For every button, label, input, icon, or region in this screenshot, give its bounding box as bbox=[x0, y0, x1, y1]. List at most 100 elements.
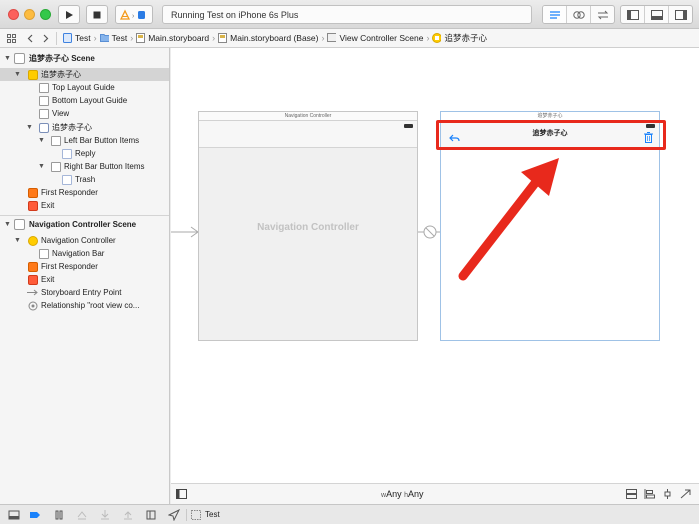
outline-exit[interactable]: Exit bbox=[0, 199, 169, 212]
toggle-utilities-button[interactable] bbox=[669, 6, 692, 23]
outline-left-bar-button-items[interactable]: ▼ Left Bar Button Items bbox=[0, 134, 169, 147]
canvas-bottom-bar: wAny hAny bbox=[171, 483, 699, 504]
related-items-button[interactable] bbox=[0, 29, 22, 48]
outline-navigation-bar[interactable]: Navigation Bar bbox=[0, 247, 169, 260]
navigation-bar[interactable] bbox=[199, 121, 417, 148]
document-outline: ▼ 追梦赤子心 Scene ▼ 追梦赤子心 Top Layout Guide B… bbox=[0, 48, 170, 504]
right-panel-icon bbox=[674, 9, 687, 20]
outline-view[interactable]: View bbox=[0, 107, 169, 120]
disclosure-triangle-icon: ▼ bbox=[4, 221, 11, 228]
scene-icon bbox=[14, 219, 25, 230]
entry-arrow-icon bbox=[27, 289, 38, 296]
simulate-location-icon[interactable] bbox=[168, 509, 180, 521]
storyboard-canvas[interactable]: Navigation Controller Navigation Control… bbox=[171, 48, 699, 483]
step-into-icon[interactable] bbox=[99, 509, 111, 521]
view-hierarchy-icon[interactable] bbox=[145, 509, 157, 521]
layout-guide-icon bbox=[39, 82, 49, 93]
disclosure-triangle-icon: ▼ bbox=[38, 163, 45, 170]
navigation-item-icon bbox=[39, 122, 49, 133]
outline-right-bar-button-items[interactable]: ▼ Right Bar Button Items bbox=[0, 160, 169, 173]
zoom-window-button[interactable] bbox=[40, 9, 51, 20]
outline-reply-item[interactable]: Reply bbox=[0, 147, 169, 160]
disclosure-triangle-icon: ▼ bbox=[4, 55, 11, 62]
bar-button-item-icon bbox=[62, 148, 72, 159]
outline-top-layout-guide[interactable]: Top Layout Guide bbox=[0, 81, 169, 94]
debug-bar: Test bbox=[0, 504, 699, 524]
step-over-icon[interactable] bbox=[76, 509, 88, 521]
pause-icon[interactable] bbox=[53, 509, 65, 521]
battery-icon bbox=[404, 124, 413, 128]
breadcrumb-separator: › bbox=[321, 33, 325, 43]
toggle-navigator-button[interactable] bbox=[621, 6, 645, 23]
outline-view-controller[interactable]: ▼ 追梦赤子心 bbox=[0, 68, 169, 81]
disclosure-triangle-icon: ▼ bbox=[38, 137, 45, 144]
disclosure-triangle-icon: ▼ bbox=[14, 71, 21, 78]
scene-title: Navigation Controller bbox=[199, 112, 417, 121]
version-editor-icon bbox=[597, 10, 608, 19]
breadcrumb-group[interactable]: Test bbox=[99, 33, 127, 43]
play-icon bbox=[66, 10, 73, 19]
breakpoint-icon[interactable] bbox=[29, 509, 41, 521]
toggle-debug-area-button[interactable] bbox=[645, 6, 669, 23]
size-class-control[interactable]: wAny hAny bbox=[381, 489, 424, 499]
show-outline-icon[interactable] bbox=[176, 489, 187, 499]
outline-navigation-controller[interactable]: ▼ Navigation Controller bbox=[0, 234, 169, 247]
outline-first-responder[interactable]: First Responder bbox=[0, 260, 169, 273]
close-window-button[interactable] bbox=[8, 9, 19, 20]
outline-bottom-layout-guide[interactable]: Bottom Layout Guide bbox=[0, 94, 169, 107]
outline-trash-item[interactable]: Trash bbox=[0, 173, 169, 186]
hide-debug-area-icon[interactable] bbox=[8, 509, 20, 521]
relationship-segue-icon[interactable] bbox=[418, 223, 440, 241]
navigation-controller-icon bbox=[28, 235, 38, 246]
view-toggle-control bbox=[620, 5, 693, 24]
standard-editor-button[interactable] bbox=[543, 6, 567, 23]
annotation-arrow bbox=[458, 158, 559, 281]
view-controller-icon bbox=[28, 69, 38, 80]
outline-relationship[interactable]: Relationship "root view co... bbox=[0, 299, 169, 312]
version-editor-button[interactable] bbox=[591, 6, 614, 23]
run-button[interactable] bbox=[58, 5, 80, 24]
scheme-selector[interactable]: › bbox=[115, 5, 153, 24]
outline-storyboard-entry-point[interactable]: Storyboard Entry Point bbox=[0, 286, 169, 299]
disclosure-triangle-icon: ▼ bbox=[26, 124, 33, 131]
breadcrumb-separator: › bbox=[93, 33, 97, 43]
jump-bar: Test › Test › Main.storyboard › Main.sto… bbox=[0, 29, 699, 48]
breadcrumb-storyboard-base[interactable]: Main.storyboard (Base) bbox=[218, 33, 318, 43]
align-icon[interactable] bbox=[644, 489, 655, 499]
forward-button[interactable] bbox=[38, 29, 54, 48]
step-out-icon[interactable] bbox=[122, 509, 134, 521]
assistant-editor-icon bbox=[572, 10, 585, 19]
breadcrumb-view-controller[interactable]: 追梦赤子心 bbox=[432, 32, 487, 44]
stack-icon[interactable] bbox=[626, 489, 637, 499]
outline-scene-header[interactable]: ▼ 追梦赤子心 Scene bbox=[0, 52, 169, 65]
minimize-window-button[interactable] bbox=[24, 9, 35, 20]
project-icon bbox=[63, 33, 72, 43]
app-icon: › bbox=[119, 9, 145, 20]
debug-target-label[interactable]: Test bbox=[205, 510, 220, 519]
target-icon bbox=[191, 510, 201, 520]
scene-icon bbox=[327, 33, 337, 42]
resolve-auto-layout-icon[interactable] bbox=[680, 489, 691, 499]
navigation-controller-scene[interactable]: Navigation Controller Navigation Control… bbox=[198, 111, 418, 341]
svg-text:›: › bbox=[132, 13, 135, 20]
breadcrumb-scene[interactable]: View Controller Scene bbox=[327, 33, 423, 43]
bar-button-items-icon bbox=[51, 135, 61, 146]
breadcrumb-project[interactable]: Test bbox=[63, 33, 91, 43]
entry-point-arrow-icon[interactable] bbox=[171, 226, 199, 238]
assistant-editor-button[interactable] bbox=[567, 6, 591, 23]
activity-status-text: Running Test on iPhone 6s Plus bbox=[171, 10, 299, 20]
outline-exit[interactable]: Exit bbox=[0, 273, 169, 286]
outline-scene-header[interactable]: ▼ Navigation Controller Scene bbox=[0, 218, 169, 231]
breadcrumb-storyboard[interactable]: Main.storyboard bbox=[136, 33, 209, 43]
folder-icon bbox=[99, 34, 109, 42]
activity-view: Running Test on iPhone 6s Plus bbox=[162, 5, 532, 24]
back-button[interactable] bbox=[22, 29, 38, 48]
outline-navigation-item[interactable]: ▼ 追梦赤子心 bbox=[0, 121, 169, 134]
outline-first-responder[interactable]: First Responder bbox=[0, 186, 169, 199]
view-controller-icon bbox=[432, 33, 442, 43]
pin-icon[interactable] bbox=[662, 489, 673, 499]
storyboard-icon bbox=[136, 33, 146, 43]
stop-icon bbox=[93, 11, 101, 18]
navigation-controller-placeholder: Navigation Controller bbox=[257, 222, 359, 233]
stop-button[interactable] bbox=[86, 5, 108, 24]
